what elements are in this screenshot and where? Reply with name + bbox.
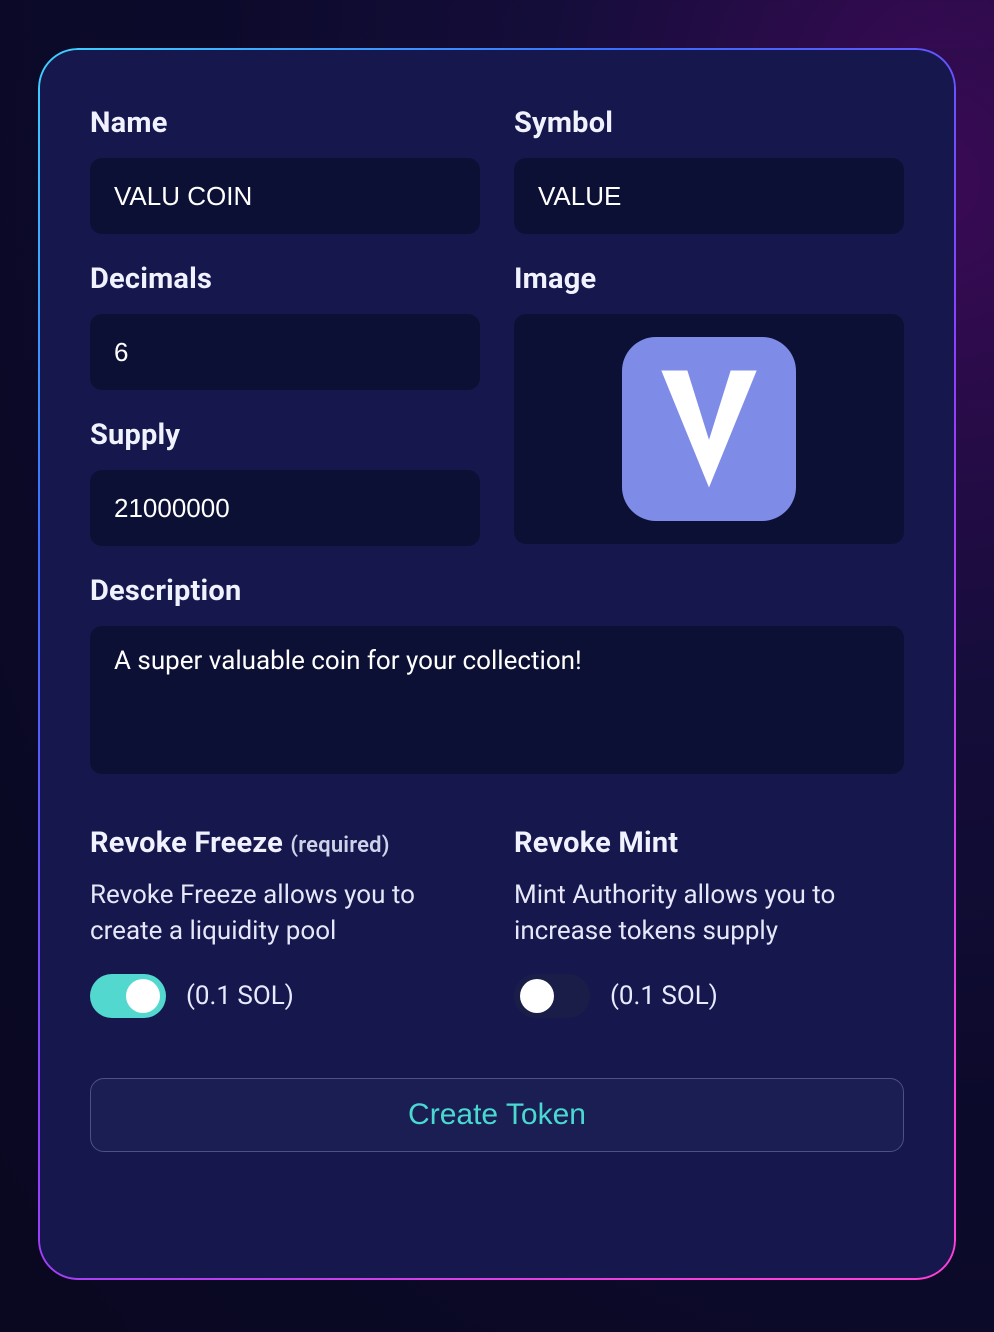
revoke-freeze-cost: (0.1 SOL) <box>186 981 294 1011</box>
revoke-mint-title: Revoke Mint <box>514 826 904 860</box>
row-decimals-image: Decimals Supply Image <box>90 262 904 546</box>
token-form-card: Name Symbol Decimals Supply Image <box>38 48 956 1280</box>
revoke-mint-desc: Mint Authority allows you to increase to… <box>514 878 904 950</box>
field-image: Image <box>514 262 904 546</box>
revoke-freeze-required-tag: (required) <box>290 833 389 858</box>
field-supply: Supply <box>90 418 480 546</box>
option-revoke-mint: Revoke Mint Mint Authority allows you to… <box>514 826 904 1018</box>
name-input[interactable] <box>90 158 480 234</box>
revoke-mint-cost: (0.1 SOL) <box>610 981 718 1011</box>
row-revoke-options: Revoke Freeze (required) Revoke Freeze a… <box>90 826 904 1018</box>
row-name-symbol: Name Symbol <box>90 106 904 234</box>
field-decimals: Decimals <box>90 262 480 390</box>
field-name: Name <box>90 106 480 234</box>
create-token-button[interactable]: Create Token <box>90 1078 904 1152</box>
revoke-freeze-toggle[interactable] <box>90 974 166 1018</box>
toggle-knob <box>126 979 160 1013</box>
supply-label: Supply <box>90 418 480 452</box>
symbol-input[interactable] <box>514 158 904 234</box>
revoke-mint-toggle-row: (0.1 SOL) <box>514 974 904 1018</box>
revoke-freeze-desc: Revoke Freeze allows you to create a liq… <box>90 878 480 950</box>
revoke-freeze-toggle-row: (0.1 SOL) <box>90 974 480 1018</box>
field-description: Description <box>90 574 904 778</box>
supply-input[interactable] <box>90 470 480 546</box>
decimals-label: Decimals <box>90 262 480 296</box>
image-upload-box[interactable] <box>514 314 904 544</box>
revoke-mint-toggle[interactable] <box>514 974 590 1018</box>
name-label: Name <box>90 106 480 140</box>
revoke-freeze-title-text: Revoke Freeze <box>90 826 283 860</box>
toggle-knob <box>520 979 554 1013</box>
revoke-freeze-title: Revoke Freeze (required) <box>90 826 480 860</box>
image-label: Image <box>514 262 904 296</box>
description-label: Description <box>90 574 904 608</box>
col-decimals-supply: Decimals Supply <box>90 262 480 546</box>
token-letter-icon <box>653 364 765 494</box>
option-revoke-freeze: Revoke Freeze (required) Revoke Freeze a… <box>90 826 480 1018</box>
decimals-input[interactable] <box>90 314 480 390</box>
token-image-preview <box>622 337 796 521</box>
field-symbol: Symbol <box>514 106 904 234</box>
description-input[interactable] <box>90 626 904 774</box>
symbol-label: Symbol <box>514 106 904 140</box>
